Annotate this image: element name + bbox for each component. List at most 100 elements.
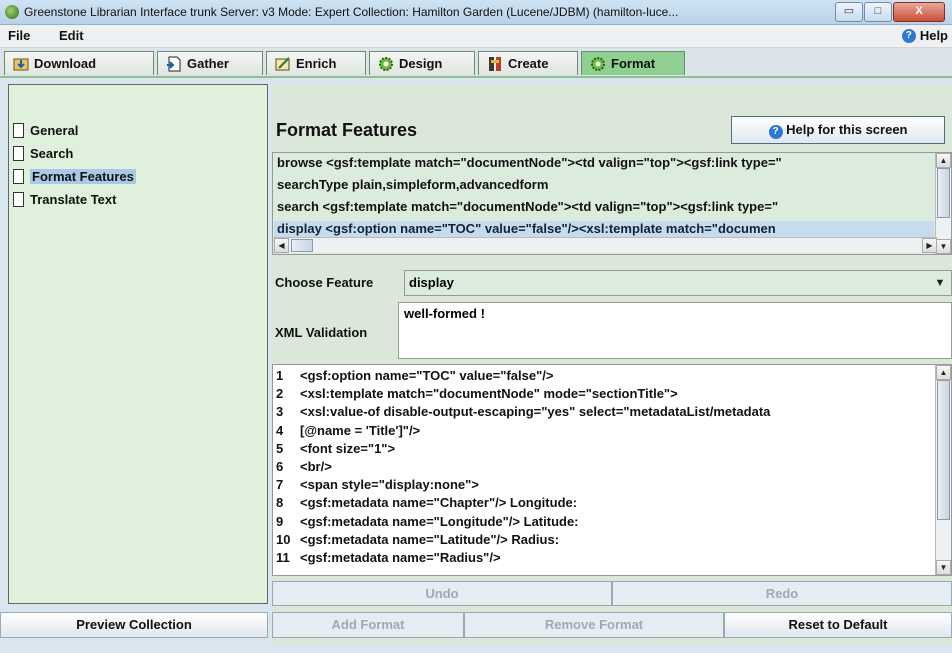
line-number: 7 (276, 477, 284, 493)
line-number: 10 (276, 531, 291, 547)
feature-list-horizontal-scrollbar[interactable]: ◀ ▶ (274, 237, 937, 253)
xml-validation-box: well-formed ! (398, 302, 952, 359)
code-text: <gsf:metadata name="Latitude"/> Radius: (300, 531, 560, 547)
code-line[interactable]: 1 <gsf:option name="TOC" value="false"/> (276, 368, 553, 384)
sidebar-item-general[interactable]: General (13, 120, 78, 140)
code-line[interactable]: 7 <span style="display:none"> (276, 477, 479, 493)
code-line[interactable]: 2 <xsl:template match="documentNode" mode… (276, 386, 678, 402)
code-text: <span style="display:none"> (300, 477, 479, 493)
document-icon (13, 145, 24, 161)
code-line[interactable]: 10 <gsf:metadata name="Latitude"/> Radius… (276, 532, 559, 548)
tab-create-label: Create (508, 56, 549, 71)
code-line[interactable]: 11 <gsf:metadata name="Radius"/> (276, 550, 501, 566)
line-number: 6 (276, 459, 284, 474)
code-text: <gsf:option name="TOC" value="false"/> (300, 368, 554, 383)
choose-feature-label: Choose Feature (275, 275, 374, 290)
gather-icon (167, 56, 181, 71)
code-line[interactable]: 4 [@name = 'Title']"/> (276, 423, 420, 439)
menu-help-label: Help (919, 28, 948, 43)
tab-enrich[interactable]: Enrich (266, 51, 366, 75)
code-text: <gsf:metadata name="Longitude"/> Latitud… (300, 513, 579, 529)
choose-feature-value: display (409, 275, 454, 290)
scroll-right-icon[interactable]: ▶ (922, 238, 937, 253)
document-icon (13, 168, 24, 184)
format-sidebar: General Search Format Features Translate… (8, 84, 268, 604)
line-number: 2 (276, 386, 284, 402)
menu-bar: File Edit ? Help (0, 25, 952, 48)
minimize-button[interactable]: ▭ (835, 2, 863, 22)
scroll-down-icon[interactable]: ▼ (936, 560, 951, 575)
choose-feature-select[interactable]: display ▼ (404, 270, 952, 296)
list-item[interactable]: searchType plain,simpleform,advancedform (277, 177, 548, 197)
scrollbar-thumb[interactable] (291, 239, 313, 252)
code-text: [@name = 'Title']"/> (300, 422, 421, 438)
line-number: 11 (276, 550, 290, 565)
line-number: 3 (276, 404, 284, 420)
tab-design-label: Design (399, 56, 443, 71)
scroll-up-icon[interactable]: ▲ (936, 365, 951, 380)
help-icon: ? (901, 28, 916, 43)
sidebar-item-label: Format Features (30, 168, 136, 184)
help-for-screen-button[interactable]: ? Help for this screen (731, 116, 945, 144)
menu-file[interactable]: File (8, 28, 30, 43)
list-item[interactable]: search <gsf:template match="documentNode… (277, 199, 778, 219)
format-feature-list[interactable]: browse <gsf:template match="documentNode… (272, 152, 952, 255)
line-number: 4 (276, 422, 284, 438)
scrollbar-thumb[interactable] (937, 380, 950, 520)
scrollbar-thumb[interactable] (937, 168, 950, 218)
xml-validation-label: XML Validation (275, 325, 368, 340)
help-icon: ? (768, 125, 783, 139)
page-title: Format Features (276, 120, 418, 140)
format-code-editor[interactable]: 1 <gsf:option name="TOC" value="false"/> 2… (272, 364, 952, 576)
undo-button[interactable]: Undo (272, 581, 612, 606)
add-format-button[interactable]: Add Format (272, 612, 464, 638)
tab-enrich-label: Enrich (296, 56, 337, 71)
tab-download[interactable]: Download (4, 51, 154, 75)
code-line[interactable]: 8 <gsf:metadata name="Chapter"/> Longitud… (276, 495, 577, 511)
menu-help[interactable]: ? Help (901, 28, 948, 43)
gear-icon (379, 56, 393, 71)
scroll-up-icon[interactable]: ▲ (936, 153, 951, 168)
code-line[interactable]: 6 <br/> (276, 459, 332, 475)
create-icon (489, 56, 501, 71)
tab-gather[interactable]: Gather (157, 51, 263, 75)
feature-list-vertical-scrollbar[interactable]: ▲ ▼ (935, 153, 951, 254)
chevron-down-icon[interactable]: ▼ (929, 271, 951, 295)
sidebar-item-label: Search (30, 145, 74, 161)
sidebar-item-translate-text[interactable]: Translate Text (13, 189, 116, 209)
code-text: <xsl:value-of disable-output-escaping="y… (300, 404, 771, 420)
tab-format-label: Format (611, 56, 656, 71)
document-icon (13, 191, 24, 207)
application-window: Greenstone Librarian Interface trunk Ser… (0, 0, 952, 653)
tab-create[interactable]: Create (478, 51, 578, 75)
tab-gather-label: Gather (187, 56, 229, 71)
code-text: <xsl:template match="documentNode" mode=… (300, 386, 678, 402)
reset-to-default-button[interactable]: Reset to Default (724, 612, 952, 638)
line-number: 8 (276, 495, 284, 511)
enrich-icon (275, 56, 290, 70)
close-button[interactable]: X (893, 2, 945, 22)
remove-format-button[interactable]: Remove Format (464, 612, 724, 638)
tab-design[interactable]: Design (369, 51, 475, 75)
list-item[interactable]: browse <gsf:template match="documentNode… (277, 155, 782, 175)
menu-edit[interactable]: Edit (59, 28, 84, 43)
code-text: <gsf:metadata name="Chapter"/> Longitude… (300, 495, 578, 511)
scroll-left-icon[interactable]: ◀ (274, 238, 289, 253)
redo-button[interactable]: Redo (612, 581, 952, 606)
window-title: Greenstone Librarian Interface trunk Ser… (24, 5, 679, 19)
preview-collection-button[interactable]: Preview Collection (0, 612, 268, 638)
sidebar-item-search[interactable]: Search (13, 143, 73, 163)
code-line[interactable]: 3 <xsl:value-of disable-output-escaping="… (276, 404, 770, 420)
sidebar-item-label: General (30, 122, 79, 138)
document-icon (13, 122, 24, 138)
scroll-down-icon[interactable]: ▼ (936, 239, 951, 254)
tab-download-label: Download (34, 56, 97, 71)
code-line[interactable]: 9 <gsf:metadata name="Longitude"/> Latitu… (276, 514, 579, 530)
sidebar-item-label: Translate Text (30, 191, 117, 207)
maximize-button[interactable]: □ (864, 2, 892, 22)
tab-format[interactable]: Format (581, 51, 685, 75)
line-number: 5 (276, 440, 284, 456)
editor-vertical-scrollbar[interactable]: ▲ ▼ (935, 365, 951, 575)
code-line[interactable]: 5 <font size="1"> (276, 441, 395, 457)
sidebar-item-format-features[interactable]: Format Features (13, 166, 136, 186)
